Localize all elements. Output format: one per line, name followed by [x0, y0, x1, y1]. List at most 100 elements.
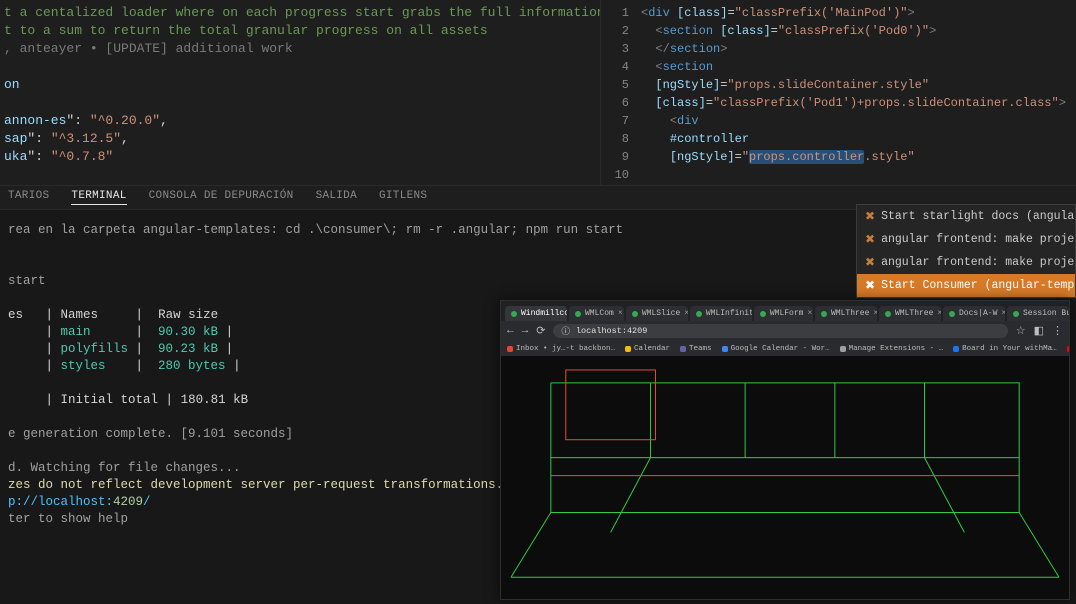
task-picker: ✖Start starlight docs (angular-temp✖angu… [856, 204, 1076, 298]
browser-tab[interactable]: Windmillco× [505, 306, 567, 321]
left-editor-pane[interactable]: t a centalized loader where on each prog… [0, 0, 600, 185]
favicon-icon [885, 311, 891, 317]
wrench-icon: ✖ [865, 278, 875, 293]
code-line[interactable]: <div [class]="classPrefix('MainPod')"> [641, 4, 1076, 22]
bookmark-item[interactable]: Inbox • jy…-t backbon… [507, 345, 615, 353]
code-line[interactable]: <section [641, 58, 1076, 76]
task-item[interactable]: ✖ angular frontend: make projects a [857, 251, 1075, 274]
browser-window[interactable]: Windmillco×WMLCom×WMLSlice×WMLInfinit×WM… [500, 300, 1070, 600]
browser-tab[interactable]: Docs|A-W× [943, 306, 1005, 321]
bookmark-favicon-icon [625, 346, 631, 352]
task-label: angular frontend: make projects a [881, 233, 1075, 246]
favicon-icon [696, 311, 702, 317]
comment-line: t a centalized loader where on each prog… [0, 4, 600, 22]
task-label: angular frontend: make projects a [881, 256, 1075, 269]
tab-title: WMLForm [770, 309, 804, 318]
browser-tab[interactable]: Session Bu× [1007, 306, 1069, 321]
address-text: localhost:4209 [576, 326, 647, 336]
wrench-icon: ✖ [865, 255, 875, 270]
bookmark-label: Google Calendar - Wor… [731, 345, 830, 353]
favicon-icon [821, 311, 827, 317]
bookmark-item[interactable]: Calendar [625, 345, 670, 353]
browser-tab[interactable]: WMLSlice × [626, 306, 688, 321]
gitlens-blame: , anteayer • [UPDATE] additional work [0, 40, 600, 58]
code-column[interactable]: <div [class]="classPrefix('MainPod')"> <… [641, 0, 1076, 185]
code-line[interactable]: [ngStyle]="props.slideContainer.style" [641, 76, 1076, 94]
panel-tab[interactable]: TARIOS [8, 190, 49, 205]
bookmarks-bar: Inbox • jy…-t backbon… Calendar Teams Googl… [501, 341, 1069, 356]
code-line [0, 58, 600, 76]
tab-title: WMLCom [585, 309, 614, 318]
close-icon[interactable]: × [937, 309, 941, 318]
close-icon[interactable]: × [807, 309, 812, 318]
close-icon[interactable]: × [1001, 309, 1005, 318]
bookmark-item[interactable]: Upskilling Everythi… [1067, 345, 1069, 353]
address-bar[interactable]: ⓘ localhost:4209 [553, 324, 1007, 338]
code-line [0, 94, 600, 112]
browser-tab[interactable]: WMLCom × [569, 306, 624, 321]
extensions-icon[interactable]: ◧ [1034, 324, 1044, 338]
browser-tab[interactable]: WMLForm× [754, 306, 813, 321]
browser-tab[interactable]: WMLThree× [815, 306, 877, 321]
dep-line: uka": "^0.7.8" [0, 148, 600, 166]
close-icon[interactable]: × [684, 309, 688, 318]
task-label: Start Consumer (angular-template [881, 279, 1075, 292]
line-gutter: 12345678910 [601, 0, 641, 185]
dep-line: annon-es": "^0.20.0", [0, 112, 600, 130]
back-icon[interactable]: ← [507, 325, 514, 337]
code-line[interactable]: [ngStyle]="props.controller.style" [641, 148, 1076, 166]
bookmark-item[interactable]: Teams [680, 345, 712, 353]
code-line[interactable]: [class]="classPrefix('Pod1')+props.slide… [641, 94, 1076, 112]
bookmark-favicon-icon [840, 346, 846, 352]
bookmark-label: Manage Extensions - … [849, 345, 944, 353]
bookmark-label: Board in Your withMa… [962, 345, 1057, 353]
reload-icon[interactable]: ⟳ [536, 324, 545, 338]
wrench-icon: ✖ [865, 232, 875, 247]
panel-tab[interactable]: SALIDA [316, 190, 357, 205]
code-line[interactable]: </section> [641, 40, 1076, 58]
bookmark-item[interactable]: Board in Your withMa… [953, 345, 1057, 353]
bookmark-favicon-icon [680, 346, 686, 352]
bookmark-item[interactable]: Google Calendar - Wor… [722, 345, 830, 353]
task-item[interactable]: ✖Start starlight docs (angular-temp [857, 205, 1075, 228]
favicon-icon [511, 311, 517, 317]
task-item[interactable]: ✖ angular frontend: make projects a [857, 228, 1075, 251]
code-line[interactable]: <section [class]="classPrefix('Pod0')"> [641, 22, 1076, 40]
task-label: Start starlight docs (angular-temp [881, 210, 1075, 223]
task-item[interactable]: ✖ Start Consumer (angular-template [857, 274, 1075, 297]
menu-icon[interactable]: ⋮ [1052, 324, 1063, 338]
tab-title: WMLSlice [642, 309, 680, 318]
browser-toolbar: ← → ⟳ ⓘ localhost:4209 ☆ ◧ ⋮ [501, 321, 1069, 341]
bookmark-label: Inbox • jy…-t backbon… [516, 345, 615, 353]
panel-tab[interactable]: TERMINAL [71, 190, 126, 205]
browser-tab[interactable]: WMLInfinit× [690, 306, 752, 321]
bookmark-label: Teams [689, 345, 712, 353]
browser-tabstrip: Windmillco×WMLCom×WMLSlice×WMLInfinit×WM… [501, 301, 1069, 321]
right-editor-pane[interactable]: 12345678910 <div [class]="classPrefix('M… [600, 0, 1076, 185]
close-icon[interactable]: × [618, 309, 623, 318]
browser-tab[interactable]: WMLThree × [879, 306, 941, 321]
bookmark-favicon-icon [1067, 346, 1069, 352]
close-icon[interactable]: × [873, 309, 877, 318]
dep-line: sap": "^3.12.5", [0, 130, 600, 148]
tab-title: WMLInfinit [706, 309, 752, 318]
code-line[interactable]: <div [641, 112, 1076, 130]
bookmark-item[interactable]: Manage Extensions - … [840, 345, 944, 353]
tab-title: Session Bu [1023, 309, 1069, 318]
panel-tab[interactable]: GITLENS [379, 190, 427, 205]
comment-line: t to a sum to return the total granular … [0, 22, 600, 40]
favicon-icon [949, 311, 955, 317]
favicon-icon [1013, 311, 1019, 317]
tab-title: WMLThree [895, 309, 933, 318]
favicon-icon [760, 311, 766, 317]
threejs-wireframe [501, 356, 1069, 599]
code-line[interactable]: #controller [641, 130, 1076, 148]
favicon-icon [632, 311, 638, 317]
star-icon[interactable]: ☆ [1016, 324, 1026, 338]
forward-icon[interactable]: → [522, 325, 529, 337]
bookmark-label: Calendar [634, 345, 670, 353]
bookmark-favicon-icon [722, 346, 728, 352]
page-viewport[interactable] [501, 356, 1069, 599]
bookmark-favicon-icon [507, 346, 513, 352]
panel-tab[interactable]: CONSOLA DE DEPURACIÓN [149, 190, 294, 205]
